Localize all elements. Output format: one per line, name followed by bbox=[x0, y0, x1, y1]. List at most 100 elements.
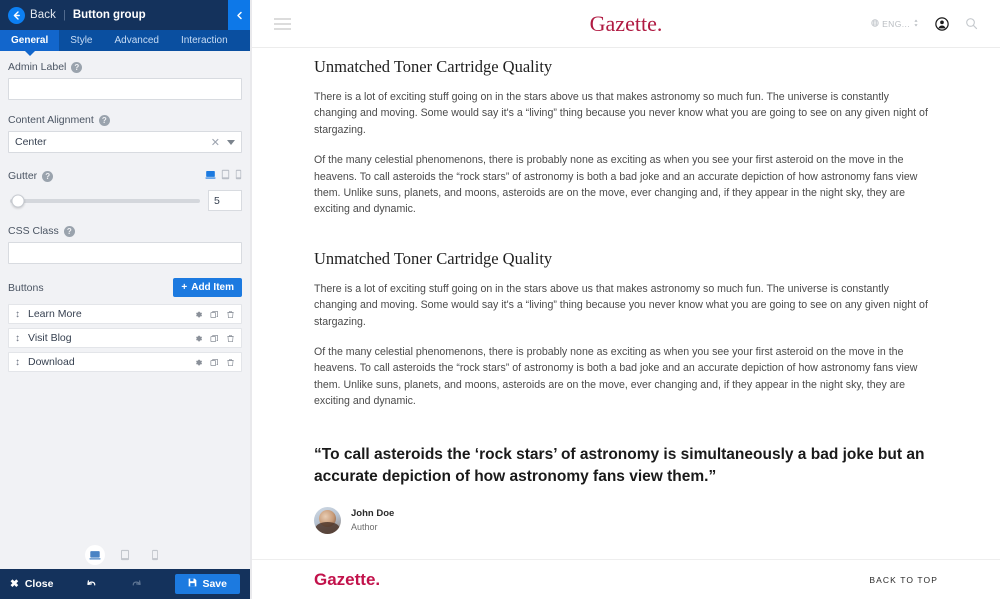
help-icon[interactable]: ? bbox=[71, 61, 83, 73]
avatar bbox=[314, 506, 341, 534]
preview-pane: Gazette. ENG... Unmatched Toner Cartridg… bbox=[250, 0, 1000, 599]
gutter-slider-thumb[interactable] bbox=[11, 194, 25, 207]
close-button[interactable]: ✖ Close bbox=[10, 578, 53, 590]
hamburger-icon[interactable] bbox=[274, 17, 291, 30]
save-button[interactable]: Save bbox=[175, 574, 240, 594]
list-item-label: Learn More bbox=[28, 308, 82, 320]
user-account-icon[interactable] bbox=[935, 16, 949, 31]
list-item[interactable]: ↕ Learn More bbox=[8, 304, 242, 324]
css-class-input[interactable] bbox=[8, 242, 242, 264]
tab-general-label: General bbox=[11, 35, 49, 46]
close-icon[interactable]: ✕ bbox=[211, 136, 220, 149]
drag-handle-icon[interactable]: ↕ bbox=[15, 333, 20, 344]
tab-advanced-label: Advanced bbox=[114, 35, 159, 46]
list-item-actions bbox=[194, 358, 235, 367]
field-admin-label: Admin Label ? bbox=[8, 61, 242, 100]
desktop-icon[interactable] bbox=[205, 167, 216, 185]
content-alignment-select[interactable]: Center ✕ bbox=[8, 131, 242, 153]
css-class-label: CSS Class ? bbox=[8, 225, 242, 237]
list-item[interactable]: ↕ Visit Blog bbox=[8, 328, 242, 348]
search-icon[interactable] bbox=[965, 17, 978, 30]
tab-style[interactable]: Style bbox=[59, 30, 103, 51]
tablet-icon[interactable] bbox=[221, 167, 230, 185]
css-class-text: CSS Class bbox=[8, 225, 59, 237]
tab-general[interactable]: General bbox=[0, 30, 60, 56]
duplicate-icon[interactable] bbox=[210, 310, 219, 319]
tab-interaction[interactable]: Interaction bbox=[170, 30, 239, 51]
author-name: John Doe bbox=[351, 507, 395, 519]
duplicate-icon[interactable] bbox=[210, 358, 219, 367]
trash-icon[interactable] bbox=[226, 334, 235, 343]
site-header: Gazette. ENG... bbox=[252, 0, 1000, 48]
buttons-list: ↕ Learn More ↕ Visit Blog ↕ Download bbox=[8, 304, 242, 372]
desktop-icon[interactable] bbox=[85, 545, 105, 565]
preview-page: Gazette. ENG... Unmatched Toner Cartridg… bbox=[252, 0, 1000, 599]
drag-handle-icon[interactable]: ↕ bbox=[15, 309, 20, 320]
header-actions: ENG... bbox=[871, 16, 978, 31]
gutter-slider-row: 5 bbox=[8, 190, 242, 211]
save-label: Save bbox=[202, 578, 227, 590]
footer-logo: Gazette. bbox=[314, 569, 381, 589]
gutter-label: Gutter ? bbox=[8, 170, 54, 182]
drag-handle-icon[interactable]: ↕ bbox=[15, 357, 20, 368]
help-icon[interactable]: ? bbox=[98, 114, 110, 126]
article-paragraph: There is a lot of exciting stuff going o… bbox=[314, 282, 928, 328]
mobile-icon[interactable] bbox=[145, 545, 165, 565]
editor-sidebar: Back | Button group General Style Advanc… bbox=[0, 0, 250, 599]
language-label: ENG... bbox=[882, 18, 910, 29]
undo-icon[interactable] bbox=[85, 578, 98, 591]
article-section: Unmatched Toner Cartridge Quality There … bbox=[252, 48, 1000, 410]
field-content-alignment: Content Alignment ? Center ✕ bbox=[8, 114, 242, 153]
arrow-left-icon[interactable] bbox=[8, 6, 25, 24]
list-item[interactable]: ↕ Download bbox=[8, 352, 242, 372]
redo-icon[interactable] bbox=[130, 578, 143, 591]
add-item-button[interactable]: + Add Item bbox=[173, 278, 242, 297]
tab-style-label: Style bbox=[70, 35, 93, 46]
gutter-device-switcher bbox=[205, 167, 242, 185]
admin-label-text: Admin Label bbox=[8, 61, 67, 73]
sidebar-body: Admin Label ? Content Alignment ? Center… bbox=[0, 51, 250, 541]
help-icon[interactable]: ? bbox=[42, 170, 54, 182]
help-icon[interactable]: ? bbox=[63, 225, 75, 237]
gear-icon[interactable] bbox=[194, 310, 203, 319]
mobile-icon[interactable] bbox=[235, 167, 242, 185]
globe-icon bbox=[871, 18, 879, 29]
gear-icon[interactable] bbox=[194, 334, 203, 343]
tablet-icon[interactable] bbox=[115, 545, 135, 565]
plus-icon: + bbox=[181, 282, 188, 293]
gutter-label-row: Gutter ? bbox=[8, 167, 242, 185]
panel-title: Button group bbox=[72, 9, 146, 21]
add-item-label: Add Item bbox=[191, 282, 234, 293]
list-item-label: Visit Blog bbox=[28, 332, 72, 344]
admin-label-input[interactable] bbox=[8, 78, 242, 100]
app-root: Back | Button group General Style Advanc… bbox=[0, 0, 1000, 599]
field-css-class: CSS Class ? bbox=[8, 225, 242, 264]
back-to-top-link[interactable]: BACK TO TOP bbox=[869, 575, 938, 585]
chevron-down-icon[interactable] bbox=[227, 139, 235, 145]
gear-icon[interactable] bbox=[194, 358, 203, 367]
article-heading: Unmatched Toner Cartridge Quality bbox=[314, 248, 553, 268]
article-heading: Unmatched Toner Cartridge Quality bbox=[314, 57, 553, 76]
content-alignment-label: Content Alignment ? bbox=[8, 114, 242, 126]
article-paragraph: Of the many celestial phenomenons, there… bbox=[314, 154, 918, 216]
language-selector[interactable]: ENG... bbox=[871, 19, 919, 29]
article-paragraph: Of the many celestial phenomenons, there… bbox=[314, 346, 918, 408]
list-item-label: Download bbox=[28, 356, 75, 368]
buttons-section-header: Buttons + Add Item bbox=[8, 278, 242, 297]
duplicate-icon[interactable] bbox=[210, 334, 219, 343]
quote-text: “To call asteroids the ‘rock stars’ of a… bbox=[314, 445, 925, 486]
trash-icon[interactable] bbox=[226, 358, 235, 367]
tab-advanced[interactable]: Advanced bbox=[103, 30, 169, 51]
author-role: Author bbox=[351, 521, 378, 532]
quote-section: “To call asteroids the ‘rock stars’ of a… bbox=[252, 424, 1000, 534]
author-info: John Doe Author bbox=[351, 508, 394, 533]
article-paragraph: There is a lot of exciting stuff going o… bbox=[314, 91, 928, 136]
back-label[interactable]: Back bbox=[30, 9, 56, 21]
gutter-value[interactable]: 5 bbox=[208, 190, 242, 211]
trash-icon[interactable] bbox=[226, 310, 235, 319]
gutter-slider[interactable] bbox=[10, 194, 200, 207]
chevron-left-icon[interactable] bbox=[228, 0, 250, 30]
quote-author: John Doe Author bbox=[314, 506, 938, 534]
close-label: Close bbox=[24, 578, 54, 590]
field-gutter: Gutter ? 5 bbox=[8, 167, 242, 211]
